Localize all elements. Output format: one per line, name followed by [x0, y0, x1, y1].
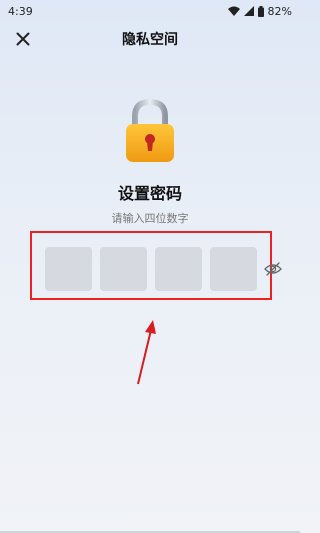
close-button[interactable] [12, 28, 34, 50]
close-icon [16, 32, 30, 46]
eye-off-icon[interactable] [264, 261, 282, 277]
pin-digit-1[interactable] [45, 247, 92, 291]
signal-icon [243, 6, 254, 16]
lock-icon [126, 98, 174, 162]
arrow-annotation [137, 320, 156, 385]
pin-digit-3[interactable] [155, 247, 202, 291]
status-bar: 4:39 82% [0, 0, 300, 22]
pin-digit-4[interactable] [210, 247, 257, 291]
set-password-heading: 设置密码 [117, 184, 182, 203]
pin-input[interactable] [45, 247, 257, 291]
battery-percent: 82% [267, 4, 292, 18]
header: 隐私空间 [0, 22, 300, 56]
page-title: 隐私空间 [122, 32, 178, 48]
wifi-icon [227, 6, 240, 16]
battery-icon [257, 5, 264, 17]
status-icons: 82% [227, 4, 292, 18]
pin-digit-2[interactable] [100, 247, 147, 291]
status-time: 4:39 [8, 4, 33, 18]
hint-text: 请输入四位数字 [111, 212, 189, 225]
